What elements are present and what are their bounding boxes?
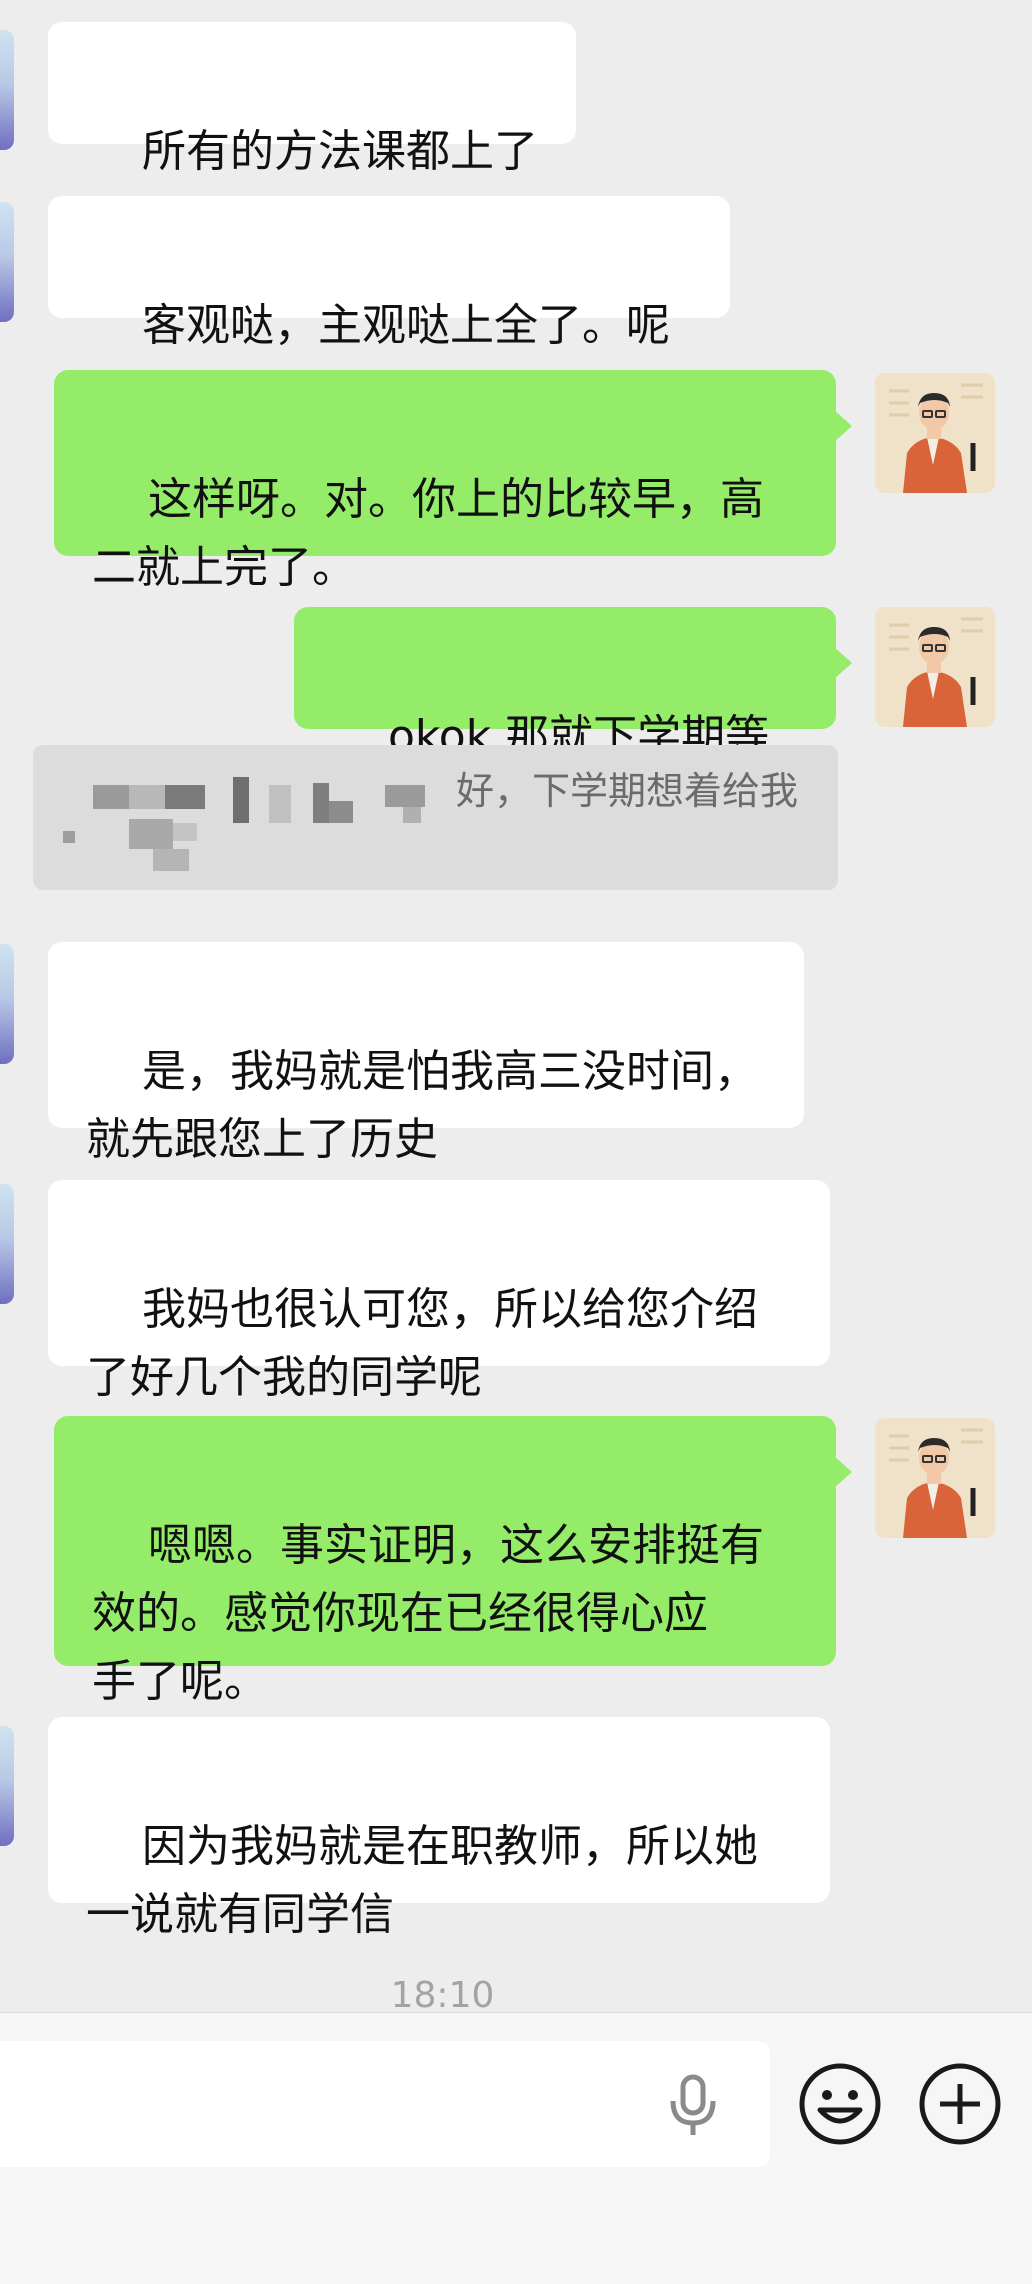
avatar-incoming[interactable] [0, 1184, 14, 1304]
avatar-incoming[interactable] [0, 1726, 14, 1846]
message-text: 因为我妈就是在职教师，所以她 一说就有同学信 [86, 1821, 758, 1940]
teacher-portrait-icon [875, 1418, 995, 1538]
chat-history[interactable]: 所有的方法课都上了 客观哒，主观哒上全了。呢 这样呀。对。你上的比较早，高 二就… [0, 0, 1032, 2012]
message-bubble-incoming[interactable]: 是，我妈就是怕我高三没时间， 就先跟您上了历史 [48, 942, 804, 1165]
message-text: 这样呀。对。你上的比较早，高 二就上完了。 [92, 474, 764, 593]
emoji-icon[interactable] [796, 2060, 884, 2148]
avatar-teacher[interactable] [875, 607, 995, 727]
message-text: 嗯嗯。事实证明，这么安排挺有 效的。感觉你现在已经很得心应 手了呢。 [92, 1520, 764, 1707]
message-text: 我妈也很认可您，所以给您介绍 了好几个我的同学呢 [86, 1284, 758, 1403]
message-bubble-outgoing[interactable]: 这样呀。对。你上的比较早，高 二就上完了。 [54, 370, 852, 593]
message-text: 客观哒，主观哒上全了。呢 [141, 300, 670, 351]
message-text: 是，我妈就是怕我高三没时间， 就先跟您上了历史 [86, 1046, 758, 1165]
message-bubble-incoming[interactable]: 客观哒，主观哒上全了。呢 [48, 196, 730, 351]
avatar-incoming[interactable] [0, 30, 14, 150]
message-input[interactable] [0, 2041, 770, 2167]
message-bubble-incoming[interactable]: 我妈也很认可您，所以给您介绍 了好几个我的同学呢 [48, 1180, 830, 1403]
avatar-incoming[interactable] [0, 202, 14, 322]
message-bubble-outgoing[interactable]: 嗯嗯。事实证明，这么安排挺有 效的。感觉你现在已经很得心应 手了呢。 [54, 1416, 852, 1707]
message-timestamp: 18:10 [390, 1975, 495, 2012]
input-bar [0, 2012, 1032, 2284]
teacher-portrait-icon [875, 607, 995, 727]
avatar-teacher[interactable] [875, 373, 995, 493]
teacher-portrait-icon [875, 373, 995, 493]
quoted-message[interactable]: 好，下学期想着给我 [33, 745, 838, 890]
message-bubble-outgoing[interactable]: okok 那就下学期等你 [294, 607, 852, 830]
quote-text: 好，下学期想着给我 [456, 769, 799, 813]
avatar-incoming[interactable] [0, 944, 14, 1064]
message-bubble-incoming[interactable]: 所有的方法课都上了 [48, 22, 576, 177]
message-bubble-incoming[interactable]: 因为我妈就是在职教师，所以她 一说就有同学信 [48, 1717, 830, 1940]
message-text: 所有的方法课都上了 [141, 126, 538, 177]
microphone-icon[interactable] [665, 2073, 721, 2139]
plus-icon[interactable] [916, 2060, 1004, 2148]
avatar-teacher[interactable] [875, 1418, 995, 1538]
